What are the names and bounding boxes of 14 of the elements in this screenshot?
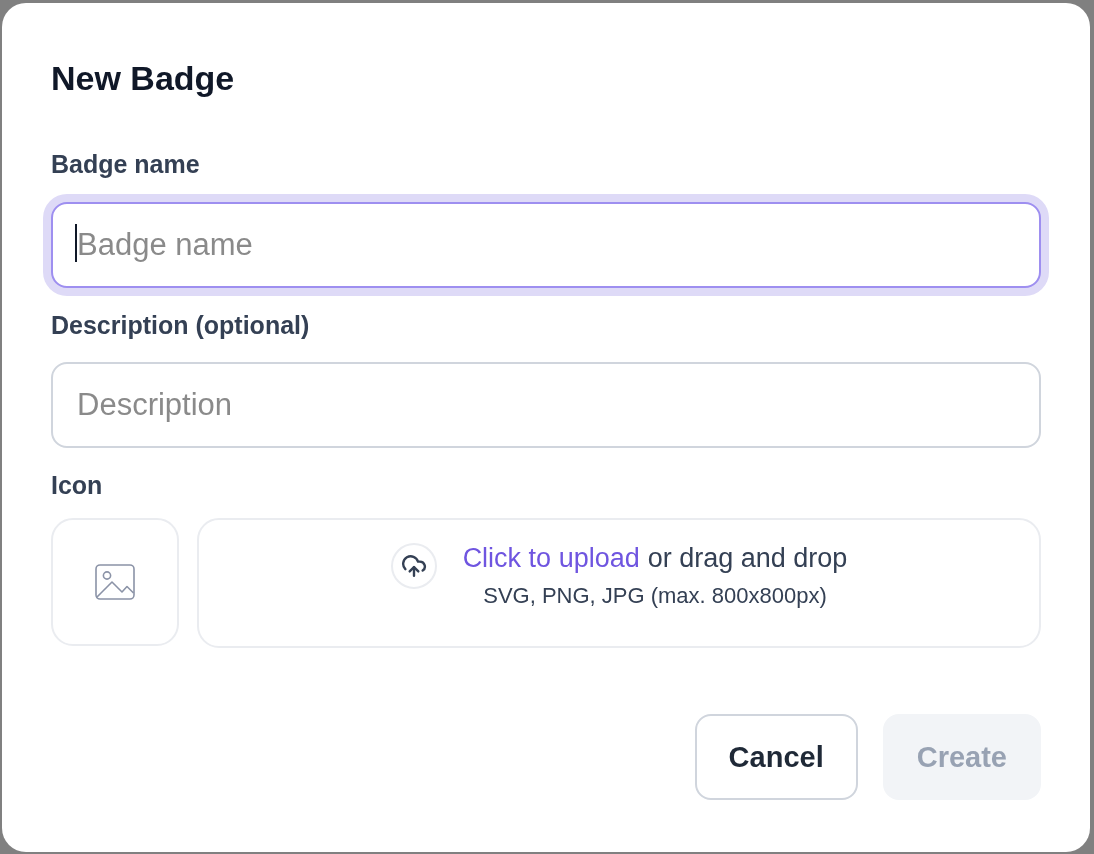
upload-dropzone[interactable]: Click to upload or drag and drop SVG, PNG, JPG (max. 800x800px) xyxy=(197,518,1041,648)
input-field[interactable]: Badge name xyxy=(51,202,1041,288)
upload-link[interactable]: Click to upload xyxy=(462,541,640,575)
upload-cloud-icon xyxy=(390,543,437,589)
image-icon xyxy=(95,564,135,600)
text-cursor xyxy=(75,224,77,262)
dialog-title: New Badge xyxy=(51,58,236,98)
cancel-button[interactable]: Cancel xyxy=(694,714,858,800)
drag-drop-text: or drag and drop xyxy=(647,542,848,575)
input-field[interactable]: Description xyxy=(51,362,1041,448)
field-label: Badge name xyxy=(51,149,201,179)
field-label: Description (optional) xyxy=(51,310,311,340)
field-label: Icon xyxy=(51,470,104,500)
file-format-hint: SVG, PNG, JPG (max. 800x800px) xyxy=(483,583,827,609)
